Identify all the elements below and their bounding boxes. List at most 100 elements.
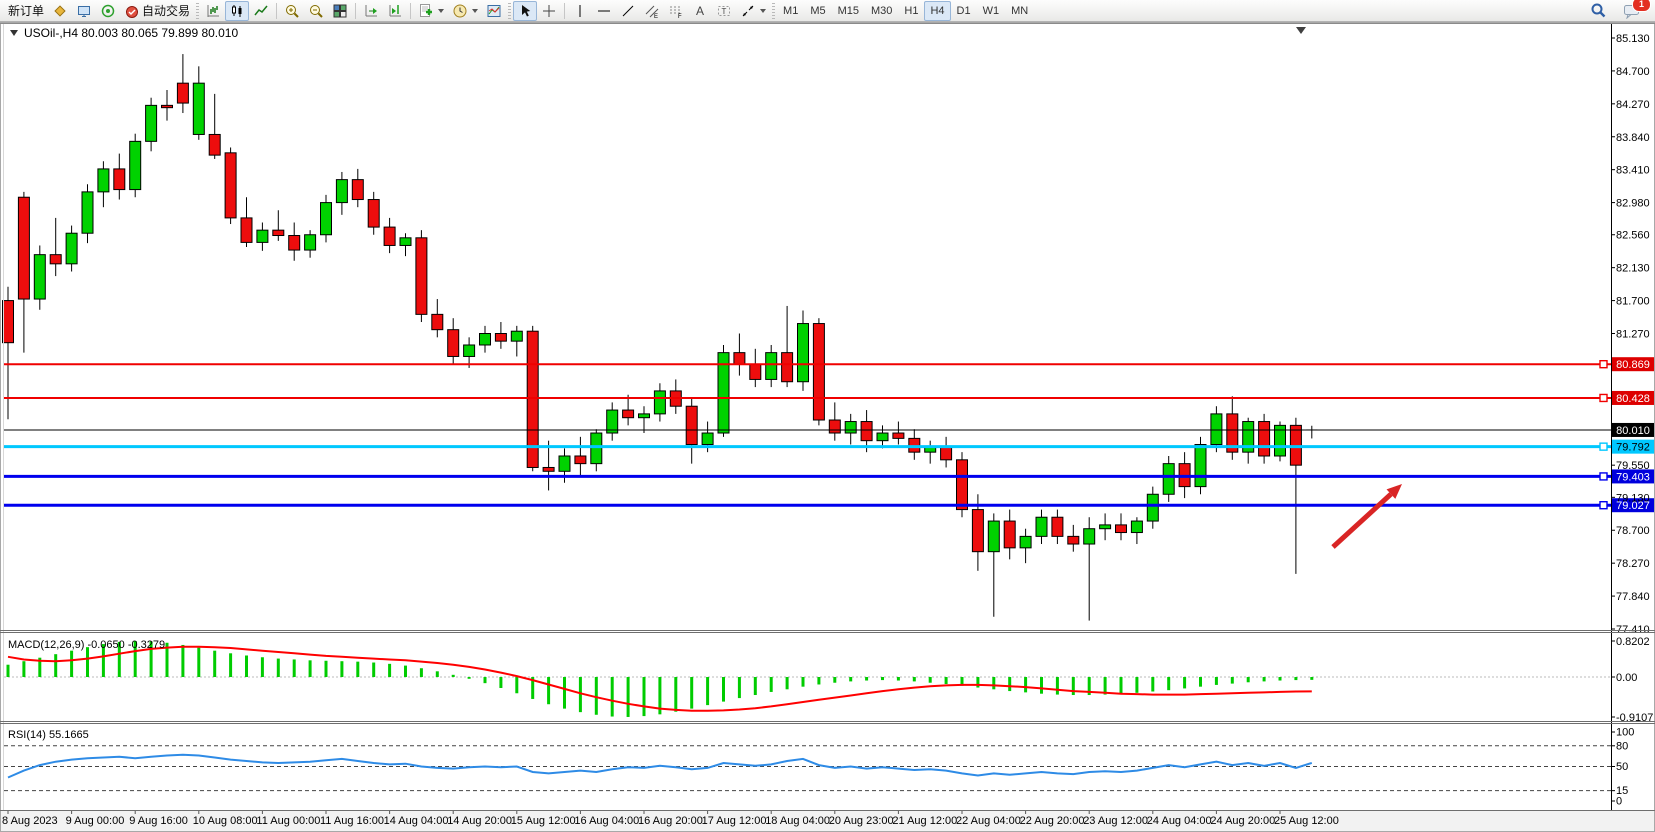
horizontal-line-button[interactable] xyxy=(592,1,616,21)
level-line-handle[interactable] xyxy=(1600,394,1607,401)
new-order-button[interactable]: 新订单 xyxy=(4,1,48,21)
line-chart-button[interactable] xyxy=(249,1,273,21)
market-watch-button[interactable] xyxy=(48,1,72,21)
candle-body xyxy=(480,334,491,345)
auto-trading-button[interactable]: 自动交易 xyxy=(120,1,194,21)
chart-shift-button[interactable] xyxy=(383,1,407,21)
notifications-button[interactable]: 1 xyxy=(1619,1,1645,21)
candle-body xyxy=(448,330,459,357)
text-label-button[interactable]: T xyxy=(712,1,736,21)
timeframe-m5-button[interactable]: M5 xyxy=(804,1,831,21)
candle-body xyxy=(130,141,141,189)
macd-histogram-bar xyxy=(54,654,57,677)
level-line-handle[interactable] xyxy=(1600,361,1607,368)
time-label: 16 Aug 04:00 xyxy=(574,815,639,827)
bar-chart-button[interactable] xyxy=(201,1,225,21)
add-indicator-button[interactable] xyxy=(414,1,448,21)
arrows-tool-caret xyxy=(760,9,766,13)
time-label: 10 Aug 08:00 xyxy=(193,815,258,827)
macd-histogram-bar xyxy=(643,677,646,716)
crosshair-button[interactable] xyxy=(537,1,561,21)
candle-body xyxy=(50,255,61,264)
tile-windows-button[interactable] xyxy=(328,1,352,21)
candlestick-chart-button[interactable] xyxy=(225,1,249,21)
toolbar-separator xyxy=(276,3,277,19)
time-label: 11 Aug 00:00 xyxy=(256,815,320,827)
zoom-out-button[interactable] xyxy=(304,1,328,21)
vertical-line-icon xyxy=(572,3,588,19)
macd-histogram-bar xyxy=(976,677,979,688)
candle-body xyxy=(1131,521,1142,532)
macd-histogram-bar xyxy=(754,677,757,695)
chart-canvas[interactable]: 80.86980.42879.79279.40379.02780.01085.1… xyxy=(0,0,1655,832)
macd-histogram-bar xyxy=(849,677,852,681)
toolbar: 新订单 自动交易 xyxy=(0,0,1655,22)
candle-body xyxy=(352,180,363,200)
candle-body xyxy=(495,334,506,342)
macd-histogram-bar xyxy=(325,661,328,677)
macd-histogram-bar xyxy=(1231,677,1234,684)
data-window-button[interactable] xyxy=(72,1,96,21)
toolbar-separator xyxy=(355,3,356,19)
level-line-handle[interactable] xyxy=(1600,502,1607,509)
macd-histogram-bar xyxy=(1199,677,1202,687)
time-label: 21 Aug 12:00 xyxy=(892,815,957,827)
time-label: 14 Aug 04:00 xyxy=(384,815,449,827)
macd-histogram-bar xyxy=(817,677,820,684)
arrows-tool-button[interactable] xyxy=(736,1,770,21)
search-button[interactable] xyxy=(1586,1,1611,21)
candle-body xyxy=(193,83,204,134)
time-label: 20 Aug 23:00 xyxy=(829,815,894,827)
candle-body xyxy=(750,364,761,379)
price-tick-label: 78.270 xyxy=(1616,558,1650,570)
candle-body xyxy=(3,301,14,343)
level-line-handle[interactable] xyxy=(1600,473,1607,480)
candle-body xyxy=(639,414,650,418)
auto-scroll-button[interactable] xyxy=(359,1,383,21)
price-tick-label: 77.840 xyxy=(1616,591,1650,603)
zoom-in-button[interactable] xyxy=(280,1,304,21)
macd-histogram-bar xyxy=(1040,677,1043,694)
vertical-line-button[interactable] xyxy=(568,1,592,21)
timeframe-m15-button[interactable]: M15 xyxy=(832,1,865,21)
price-tick-label: 84.270 xyxy=(1616,99,1650,111)
macd-histogram-bar xyxy=(309,660,312,677)
text-button[interactable]: A xyxy=(688,1,712,21)
macd-histogram-bar xyxy=(611,677,614,717)
periods-button[interactable] xyxy=(448,1,482,21)
signals-button[interactable] xyxy=(96,1,120,21)
fibonacci-button[interactable]: F xyxy=(664,1,688,21)
toolbar-grip xyxy=(508,3,511,19)
macd-histogram-bar xyxy=(786,677,789,689)
candle-body xyxy=(18,197,29,299)
macd-histogram-bar xyxy=(595,677,598,715)
cursor-button[interactable] xyxy=(513,1,537,21)
periods-clock-icon xyxy=(452,3,468,19)
candle-body xyxy=(1068,536,1079,544)
candle-body xyxy=(1116,525,1127,533)
equidistant-channel-button[interactable]: E xyxy=(640,1,664,21)
macd-histogram-bar xyxy=(1072,677,1075,695)
timeframe-h1-button[interactable]: H1 xyxy=(898,1,924,21)
horizontal-line-icon xyxy=(596,3,612,19)
time-label: 17 Aug 12:00 xyxy=(702,815,767,827)
trendline-button[interactable] xyxy=(616,1,640,21)
timeframe-mn-button[interactable]: MN xyxy=(1005,1,1034,21)
candle-body xyxy=(734,353,745,364)
data-window-icon xyxy=(76,3,92,19)
candle-body xyxy=(305,235,316,250)
price-tick-label: 79.130 xyxy=(1616,492,1650,504)
candle-body xyxy=(400,238,411,246)
level-line-handle[interactable] xyxy=(1600,443,1607,450)
timeframe-m1-button[interactable]: M1 xyxy=(777,1,804,21)
candle-body xyxy=(543,467,554,471)
macd-histogram-bar xyxy=(627,677,630,717)
price-tick-label: 81.700 xyxy=(1616,296,1650,308)
candle-body xyxy=(1036,517,1047,536)
timeframe-w1-button[interactable]: W1 xyxy=(977,1,1006,21)
chart-settings-button[interactable] xyxy=(482,1,506,21)
timeframe-h4-button[interactable]: H4 xyxy=(924,1,950,21)
timeframe-d1-button[interactable]: D1 xyxy=(951,1,977,21)
timeframe-m30-button[interactable]: M30 xyxy=(865,1,898,21)
tile-windows-icon xyxy=(332,3,348,19)
